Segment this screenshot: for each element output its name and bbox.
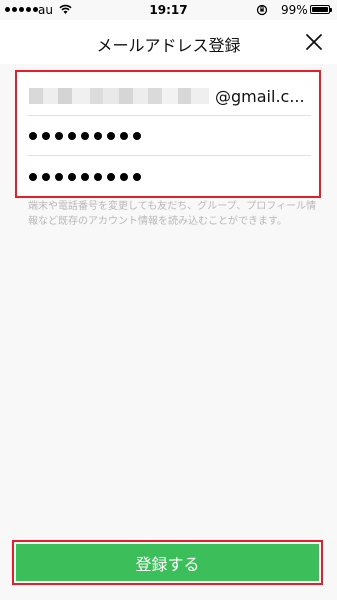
password-masked-value [29, 132, 141, 140]
close-icon[interactable] [301, 29, 327, 55]
orientation-lock-icon [256, 4, 268, 16]
register-button[interactable]: 登録する [16, 544, 319, 581]
password-confirm-field[interactable] [27, 158, 311, 196]
email-field[interactable]: @gmail.c... [27, 77, 311, 116]
page-title: メールアドレス登録 [96, 36, 241, 55]
password-confirm-masked-value [29, 173, 141, 181]
register-button-highlight: 登録する [12, 540, 323, 585]
battery-icon [310, 5, 332, 14]
account-transfer-note: 端末や電話番号を変更しても友だち、グループ、プロフィール情報など既存のアカウント… [28, 201, 317, 227]
navigation-bar: メールアドレス登録 [0, 20, 337, 64]
email-value: @gmail.c... [215, 86, 305, 106]
registration-form: @gmail.c... [15, 70, 321, 198]
password-field[interactable] [27, 117, 311, 156]
blurred-email-username [29, 88, 210, 104]
battery-percentage: 99% [281, 3, 308, 17]
status-bar: au 19:17 99% [0, 0, 337, 20]
